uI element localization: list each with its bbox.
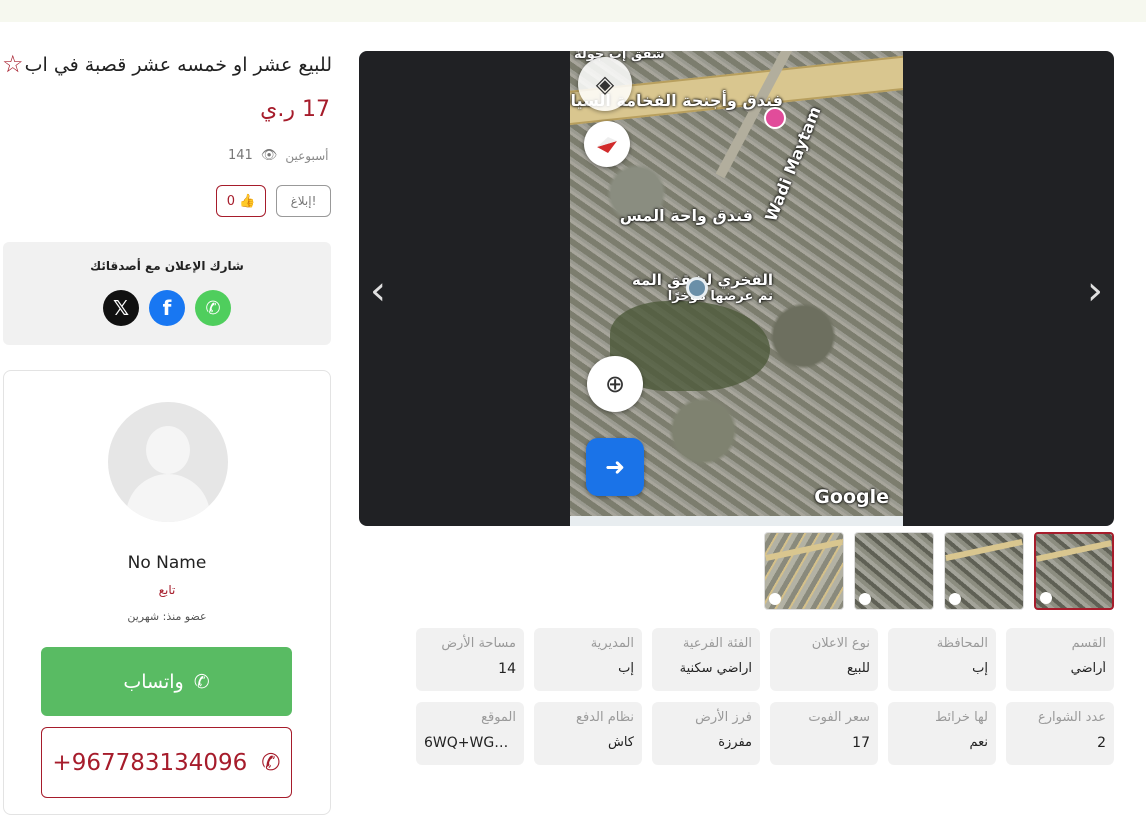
detail-card-category: القسم أراضي [1006, 628, 1114, 691]
report-button[interactable]: ! إبلاغ [276, 185, 331, 217]
thumbnail-3[interactable] [944, 532, 1024, 610]
listing-title: للبيع عشر او خمسه عشر قصبة في اب [24, 54, 332, 76]
phone-number: +967783134096 [52, 749, 248, 776]
google-logo: Google [814, 486, 889, 508]
my-location-icon: ⊕ [587, 356, 643, 412]
detail-card-subcategory: الفئة الفرعية اراضي سكنية [652, 628, 760, 691]
exclamation-icon: ! [311, 194, 317, 208]
thumbnail-2[interactable] [854, 532, 934, 610]
share-title: شارك الإعلان مع أصدقائك [90, 259, 244, 273]
listing-meta: أسبوعين 👁 141 [228, 148, 328, 163]
layers-icon: ◈ [578, 57, 632, 111]
seller-name[interactable]: No Name [4, 553, 330, 573]
hotel-pin-icon [764, 107, 786, 129]
like-count: 0 [226, 193, 236, 209]
detail-card-foot-price: سعر الفوت 17 [770, 702, 878, 765]
whatsapp-share-icon[interactable]: ✆ [195, 290, 231, 326]
facebook-icon[interactable]: f [149, 290, 185, 326]
map-label-hotel2: فندق واحة المس [619, 206, 753, 225]
seller-role: تابع [158, 583, 176, 597]
detail-card-ad-type: نوع الاعلان للبيع [770, 628, 878, 691]
eye-icon: 👁 [260, 148, 278, 163]
listing-image-map[interactable]: شقق إب جولة فندق وأجنحة الفخامة السياحي … [570, 51, 903, 526]
seller-member-since: عضو منذ: شهرين [127, 610, 207, 623]
image-gallery: شقق إب جولة فندق وأجنحة الفخامة السياحي … [359, 51, 1114, 526]
detail-card-governorate: المحافظة إب [888, 628, 996, 691]
x-twitter-icon[interactable]: 𝕏 [103, 290, 139, 326]
directions-icon: ➜ [586, 438, 644, 496]
detail-card-land-area: مساحة الأرض 14 [416, 628, 524, 691]
whatsapp-button[interactable]: ✆ واتساب [41, 647, 292, 716]
thumbs-up-icon: 👍 [239, 193, 256, 209]
like-button[interactable]: 0 👍 [216, 185, 266, 217]
gallery-next-arrow-icon[interactable]: › [1080, 271, 1110, 311]
whatsapp-label: واتساب [123, 670, 184, 693]
place-pin-icon [686, 277, 708, 299]
thumbnail-4-active[interactable] [1034, 532, 1114, 610]
view-count: 141 [228, 148, 253, 163]
detail-card-land-sorting: فرز الأرض مفرزة [652, 702, 760, 765]
detail-card-location[interactable]: الموقع 6WQ+WG3... [416, 702, 524, 765]
whatsapp-icon: ✆ [193, 670, 210, 693]
share-box: شارك الإعلان مع أصدقائك 𝕏 f ✆ [3, 242, 331, 345]
thumbnail-strip [764, 532, 1114, 612]
phone-button[interactable]: +967783134096 ✆ [41, 727, 292, 798]
avatar [108, 402, 228, 522]
detail-card-payment: نظام الدفع كاش [534, 702, 642, 765]
posted-time: أسبوعين [285, 148, 329, 163]
thumbnail-1[interactable] [764, 532, 844, 610]
top-bar [0, 0, 1146, 22]
phone-icon: ✆ [261, 749, 281, 776]
detail-card-district: المديرية إب [534, 628, 642, 691]
seller-card: No Name تابع عضو منذ: شهرين ✆ واتساب +96… [3, 370, 331, 815]
map-bottom-strip [570, 516, 903, 526]
favorite-star-icon[interactable]: ☆ [2, 50, 24, 78]
gallery-prev-arrow-icon[interactable]: ‹ [363, 271, 393, 311]
compass-icon [584, 121, 630, 167]
detail-card-streets: عدد الشوارع 2 [1006, 702, 1114, 765]
detail-card-has-maps: لها خرائط نعم [888, 702, 996, 765]
report-label: إبلاغ [290, 194, 312, 208]
listing-price: 17 ر.ي [260, 97, 330, 122]
